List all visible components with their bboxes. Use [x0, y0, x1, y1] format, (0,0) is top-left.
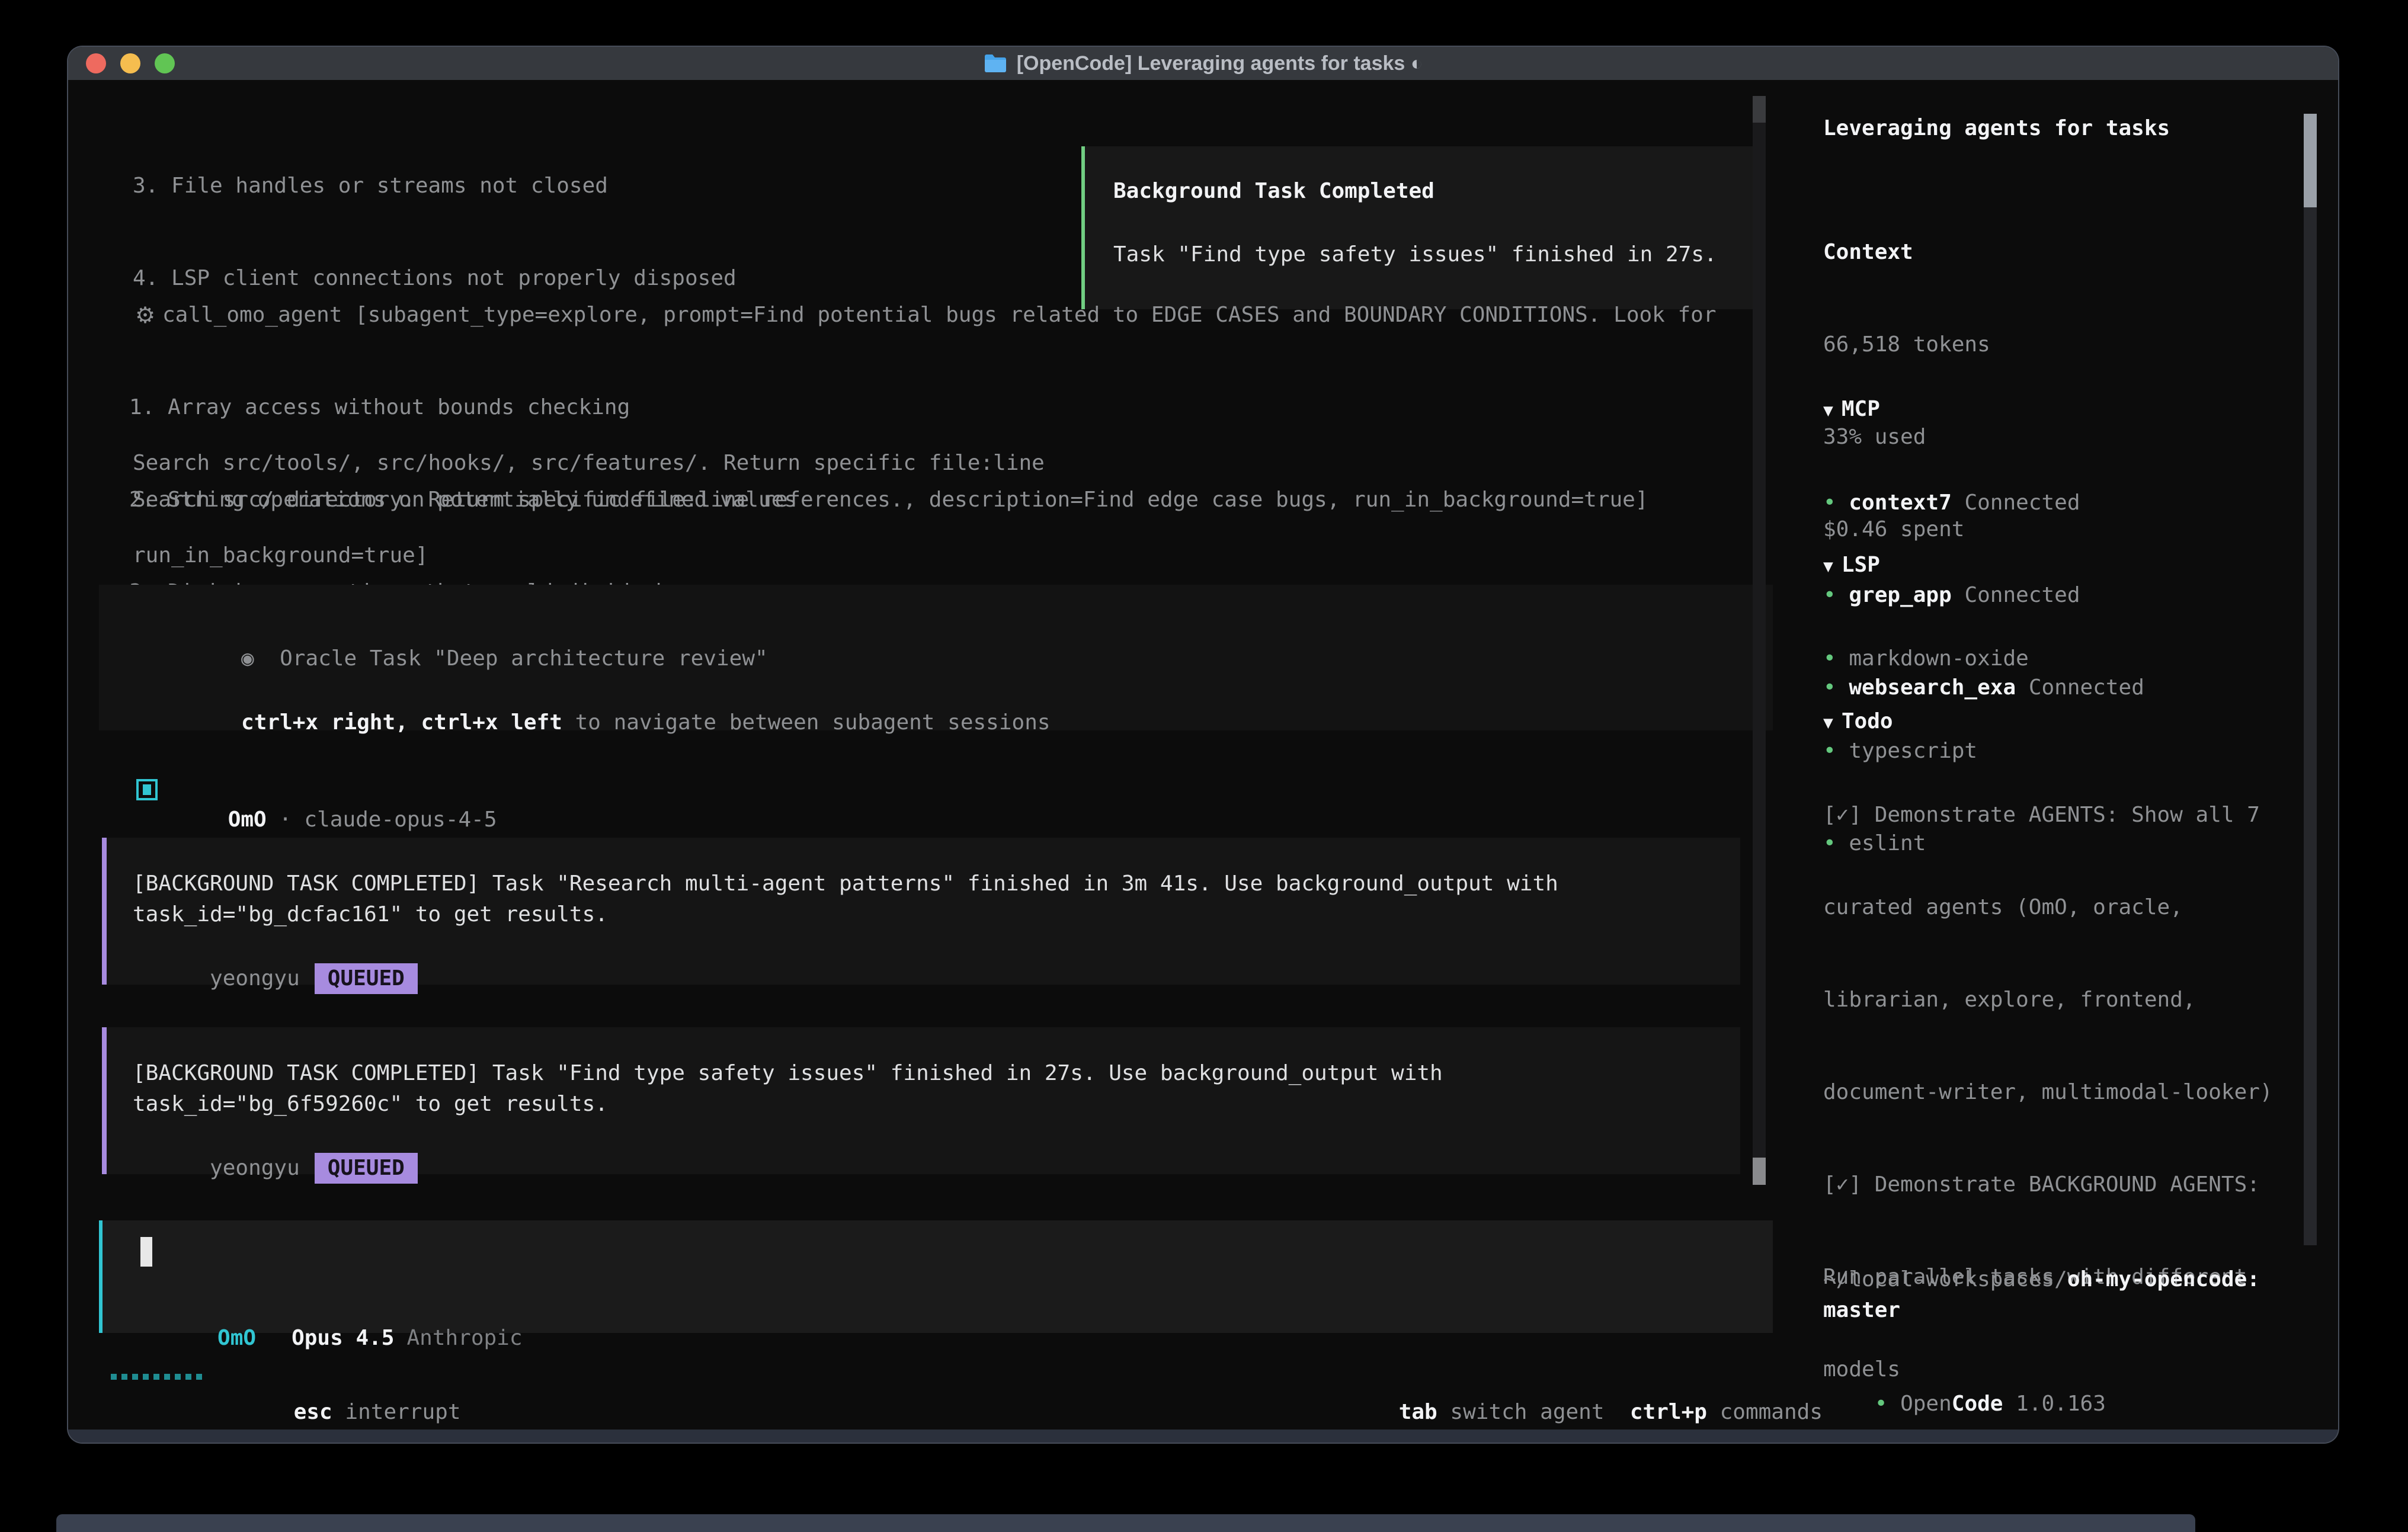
terminal-line: 3. File handles or streams not closed [133, 171, 1045, 201]
message-line: [BACKGROUND TASK COMPLETED] Task "Resear… [133, 868, 1558, 899]
window-bottom-edge [68, 1430, 2338, 1444]
agent-name: OmO [228, 807, 267, 832]
status-badge: QUEUED [315, 963, 418, 994]
workspace-branch: master [1823, 1298, 1900, 1322]
task-message: [BACKGROUND TASK COMPLETED] Task "Find t… [102, 1027, 1740, 1174]
shortcut-key: ctrl+x right, [241, 710, 408, 735]
ctrlp-key-hint: ctrl+p [1630, 1400, 1707, 1424]
workspace-repo: oh-my-opencode: [2067, 1267, 2260, 1291]
background-task-toast: Background Task Completed Task "Find typ… [1081, 146, 1759, 309]
task-message: [BACKGROUND TASK COMPLETED] Task "Resear… [102, 838, 1740, 985]
sidebar-scrollbar[interactable] [2304, 114, 2317, 1245]
agent-model: claude-opus-4-5 [304, 807, 497, 832]
app-name-prefix: Open [1900, 1392, 1952, 1416]
chevron-down-icon[interactable]: ▼ [1823, 556, 1833, 576]
oracle-task-title: Oracle Task "Deep architecture review" [280, 646, 768, 671]
chevron-down-icon[interactable]: ▼ [1823, 713, 1833, 732]
prompt-input[interactable]: OmOOpus 4.5Anthropic [99, 1220, 1773, 1333]
zoom-button[interactable] [155, 53, 175, 73]
context-heading: Context [1823, 237, 1990, 268]
shortcut-hint: to navigate between subagent sessions [575, 710, 1051, 735]
mcp-heading: MCP [1842, 397, 1880, 421]
workspace-path: ~/local-workspaces/oh-my-opencode: maste… [1823, 1264, 2315, 1326]
esc-action-hint: interrupt [345, 1400, 460, 1424]
tool-call-line: call_omo_agent [subagent_type=explore, p… [162, 300, 1717, 331]
lsp-heading: LSP [1842, 553, 1880, 577]
tab-key-hint: tab [1399, 1400, 1437, 1424]
spinner-dots [111, 1374, 207, 1380]
titlebar[interactable]: [OpenCode] Leveraging agents for tasks ◐ [68, 47, 2338, 80]
todo-line: librarian, explore, frontend, [1823, 985, 2298, 1015]
toast-title: Background Task Completed [1113, 176, 1434, 207]
todo-line: curated agents (OmO, oracle, [1823, 892, 2298, 923]
input-model-label: Opus 4.5 [292, 1326, 394, 1350]
input-agent-label: OmO [217, 1326, 256, 1350]
shortcut-key: ctrl+x left [421, 710, 562, 735]
main-scrollbar[interactable] [1753, 96, 1766, 1185]
message-line: task_id="bg_dcfac161" to get results. [133, 899, 608, 930]
folder-icon [984, 53, 1007, 73]
sidebar-scrollbar-thumb[interactable] [2304, 114, 2317, 207]
chevron-down-icon[interactable]: ▼ [1823, 400, 1833, 420]
main-scrollbar-thumb-bottom[interactable] [1753, 1158, 1766, 1185]
separator-dot: · [279, 807, 292, 832]
toast-body: Task "Find type safety issues" finished … [1113, 239, 1717, 270]
terminal-line: 4. LSP client connections not properly d… [133, 263, 1045, 294]
oracle-task-panel: ◉ Oracle Task "Deep architecture review"… [99, 585, 1773, 730]
todo-heading: Todo [1842, 709, 1893, 733]
sidebar-session-title: Leveraging agents for tasks [1823, 113, 2170, 144]
tool-call-item: 1. Array access without bounds checking [129, 392, 951, 423]
todo-line: [✓] Demonstrate BACKGROUND AGENTS: [1823, 1169, 2298, 1200]
tool-call-tail: Search src/ directory. Return specific f… [133, 485, 1648, 515]
message-author: yeongyu [210, 1156, 300, 1180]
message-line: [BACKGROUND TASK COMPLETED] Task "Find t… [133, 1058, 1443, 1089]
message-line: task_id="bg_6f59260c" to get results. [133, 1089, 608, 1120]
todo-line: document-writer, multimodal-looker) [1823, 1077, 2298, 1108]
close-button[interactable] [86, 53, 106, 73]
record-icon: ◉ [241, 646, 254, 671]
workspace-path-prefix: ~/local-workspaces/ [1823, 1267, 2067, 1291]
minimize-button[interactable] [120, 53, 140, 73]
background-window-edge [56, 1514, 2195, 1532]
ctrlp-action-hint: commands [1720, 1400, 1823, 1424]
opencode-window: [OpenCode] Leveraging agents for tasks ◐… [67, 46, 2339, 1444]
status-badge: QUEUED [315, 1153, 418, 1184]
input-provider-label: Anthropic [406, 1326, 522, 1350]
text-cursor [140, 1237, 152, 1267]
window-title: [OpenCode] Leveraging agents for tasks ◐ [1017, 52, 1423, 75]
main-scrollbar-thumb-top[interactable] [1753, 96, 1766, 123]
esc-key-hint: esc [294, 1400, 332, 1424]
gear-icon: ⚙ [135, 300, 155, 331]
message-author: yeongyu [210, 966, 300, 991]
tab-action-hint: switch agent [1450, 1400, 1604, 1424]
app-name-suffix: Code [1952, 1392, 2003, 1416]
agent-icon [136, 779, 158, 800]
bullet-icon: • [1875, 1392, 1900, 1416]
app-version: 1.0.163 [2016, 1392, 2106, 1416]
todo-line: [✓] Demonstrate AGENTS: Show all 7 [1823, 800, 2298, 831]
